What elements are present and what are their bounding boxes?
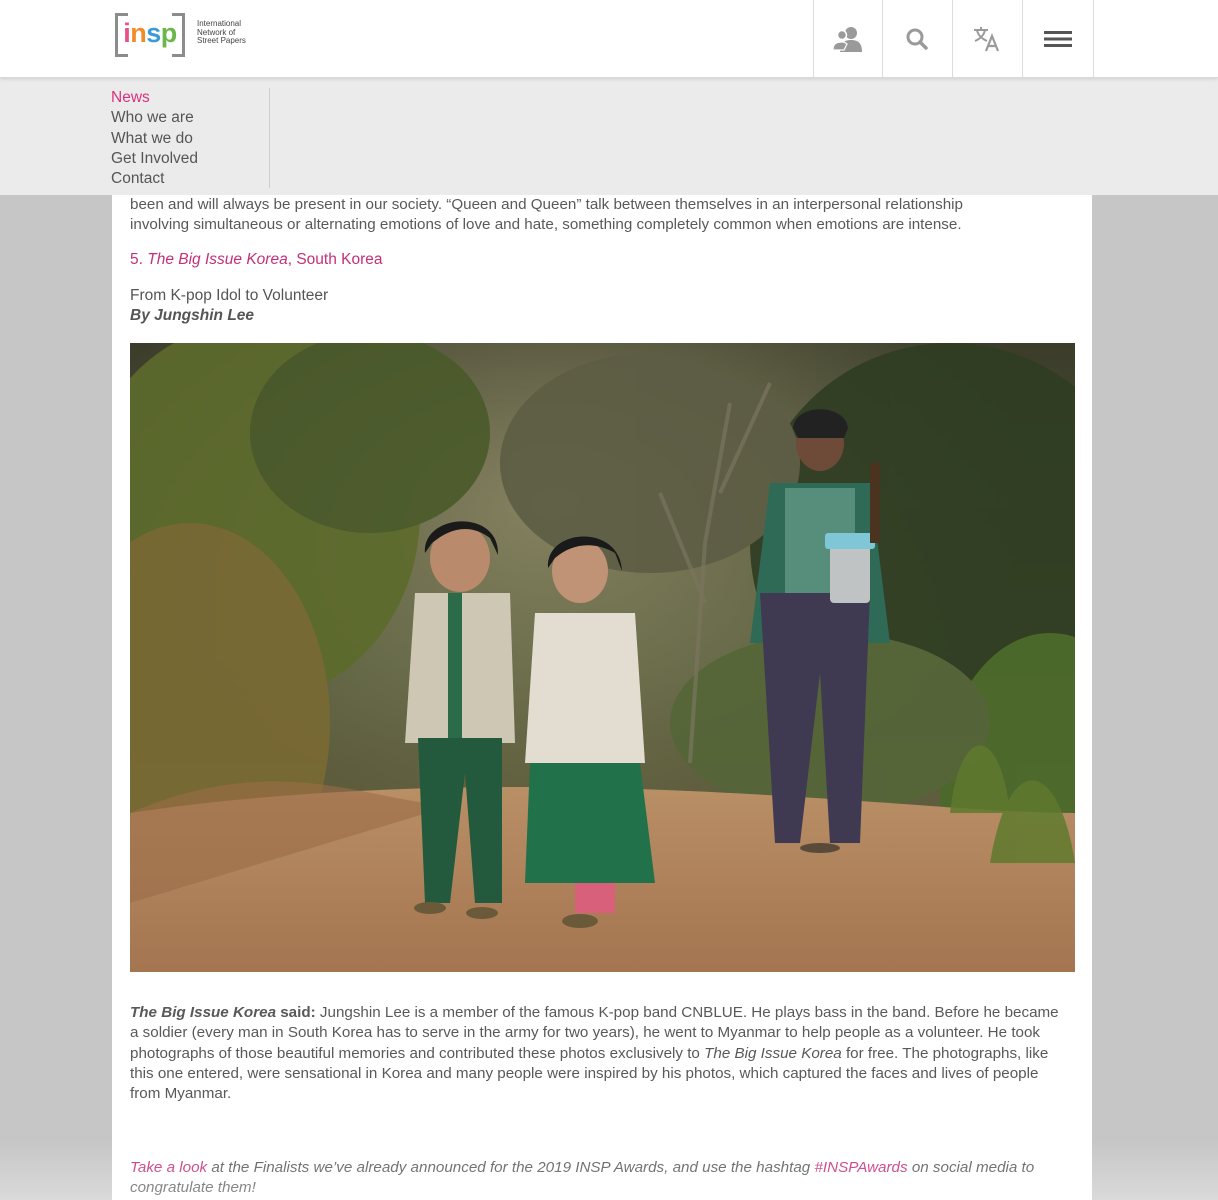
- said-paragraph: The Big Issue Korea said: Jungshin Lee i…: [130, 1003, 1070, 1104]
- article-photo: [130, 343, 1075, 972]
- said-paper-2: The Big Issue Korea: [704, 1044, 842, 1062]
- cta-paragraph: Take a look at the Finalists we’ve alrea…: [130, 1158, 1060, 1199]
- story-byline: By Jungshin Lee: [130, 307, 255, 325]
- article-intro-paragraph: been and will always be present in our s…: [130, 195, 1060, 236]
- nav-dropdown: News Who we are What we do Get Involved …: [0, 78, 1218, 195]
- translate-button[interactable]: [952, 0, 1021, 77]
- entry-heading: 5. The Big Issue Korea, South Korea: [130, 250, 383, 270]
- intro-line-2: involving simultaneous or alternating em…: [130, 216, 962, 234]
- nav-item-who-we-are[interactable]: Who we are: [111, 108, 269, 128]
- entry-country: , South Korea: [287, 251, 383, 268]
- nav-item-contact[interactable]: Contact: [111, 169, 269, 189]
- entry-paper-link[interactable]: The Big Issue Korea: [147, 251, 287, 268]
- nav-item-get-involved[interactable]: Get Involved: [111, 149, 269, 169]
- cta-text-1: at the Finalists we’ve already announced…: [207, 1159, 815, 1176]
- logo-tagline: International Network of Street Papers: [197, 19, 246, 46]
- entry-number: 5.: [130, 251, 143, 268]
- nav-item-news[interactable]: News: [111, 88, 269, 108]
- story-heading: From K-pop Idol to Volunteer By Jungshin…: [130, 286, 328, 326]
- article-content: been and will always be present in our s…: [112, 150, 1092, 1200]
- translate-icon: [973, 26, 1001, 52]
- hamburger-menu-icon: [1044, 29, 1072, 49]
- menu-button[interactable]: [1022, 0, 1094, 77]
- hashtag-link[interactable]: #INSPAwards: [814, 1159, 907, 1176]
- story-title: From K-pop Idol to Volunteer: [130, 287, 329, 304]
- said-label: said:: [276, 1004, 316, 1021]
- nav-item-what-we-do[interactable]: What we do: [111, 129, 269, 149]
- take-a-look-link[interactable]: Take a look: [130, 1159, 207, 1176]
- search-button[interactable]: [882, 0, 951, 77]
- nav-list: News Who we are What we do Get Involved …: [111, 88, 270, 188]
- search-icon: [906, 28, 928, 50]
- said-paper: The Big Issue Korea: [130, 1004, 277, 1021]
- insp-logo[interactable]: insp International Network of Street Pap…: [113, 10, 246, 57]
- users-icon: [833, 26, 863, 52]
- intro-line-1: been and will always be present in our s…: [130, 196, 963, 213]
- account-button[interactable]: [813, 0, 882, 77]
- logo-mark: insp: [113, 12, 187, 57]
- site-header: insp International Network of Street Pap…: [0, 0, 1218, 78]
